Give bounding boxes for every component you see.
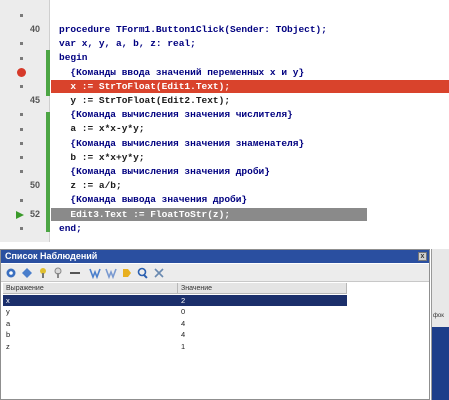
line-marker-dot [20, 170, 23, 174]
code-line[interactable]: procedure TForm1.Button1Click(Sender: TO… [51, 23, 449, 36]
execution-point-icon [16, 210, 24, 219]
watch-row[interactable]: y0 [3, 306, 347, 317]
code-line[interactable]: end; [51, 222, 449, 235]
watch-list-title: Список Наблюдений [1, 250, 429, 263]
code-line[interactable]: a := x*x-y*y; [51, 122, 449, 135]
enable-icon[interactable] [89, 267, 101, 279]
settings-icon[interactable] [5, 267, 17, 279]
code-line[interactable]: {Команда вычисления значения числителя} [51, 108, 449, 121]
background-window-edge: фок [431, 249, 449, 400]
line-number: 45 [29, 95, 40, 106]
watch-table[interactable]: Выражение Значение x2y0a4b4z1 [3, 283, 347, 397]
code-line[interactable]: b := x*x+y*y; [51, 151, 449, 164]
watch-value: 2 [181, 296, 186, 305]
modified-lines-bar [46, 50, 50, 96]
watch-icon[interactable] [37, 267, 49, 279]
gutter-line[interactable] [0, 108, 44, 120]
watch-row[interactable]: b4 [3, 329, 347, 340]
gutter-line[interactable] [0, 52, 44, 64]
modified-lines-bar [46, 112, 50, 232]
code-area[interactable]: procedure TForm1.Button1Click(Sender: TO… [51, 0, 449, 242]
close-icon[interactable]: x [418, 252, 427, 261]
column-header-expression[interactable]: Выражение [3, 283, 178, 294]
watch-value: 1 [181, 341, 186, 351]
watch-expression: x [6, 296, 10, 305]
line-number: 52 [29, 208, 40, 219]
gutter-line[interactable]: 45 [0, 94, 44, 106]
line-marker-dot [20, 198, 23, 202]
line-number: 40 [29, 24, 40, 35]
code-line[interactable]: y := StrToFloat(Edit2.Text); [51, 94, 449, 107]
line-marker-dot [20, 85, 23, 88]
editor-gutter[interactable]: 40 45 50 52 [0, 0, 50, 242]
watch-row[interactable]: a4 [3, 318, 347, 329]
watch-expression: z [6, 341, 10, 351]
search-icon[interactable] [137, 267, 149, 279]
gutter-line[interactable] [0, 9, 44, 21]
line-marker-dot [20, 56, 23, 60]
execution-code-line[interactable]: Edit3.Text := FloatToStr(z); [51, 207, 367, 221]
watch-value: 0 [181, 307, 186, 317]
delete-icon[interactable] [153, 267, 165, 279]
disable-icon[interactable] [69, 267, 81, 279]
add-icon[interactable] [21, 267, 33, 279]
watch-value: 4 [181, 318, 186, 328]
line-marker-dot [20, 42, 23, 46]
inspect-icon[interactable] [121, 267, 133, 279]
evaluate-icon[interactable] [105, 267, 117, 279]
watch-value: 4 [181, 330, 186, 340]
code-line[interactable]: z := a/b; [51, 179, 449, 192]
breakpoint-icon[interactable] [17, 67, 26, 77]
code-line[interactable]: begin [51, 51, 449, 64]
watch-row[interactable]: x2 [3, 295, 347, 306]
column-header-value[interactable]: Значение [178, 283, 347, 294]
gutter-line[interactable] [0, 165, 44, 177]
watch-table-header: Выражение Значение [3, 283, 347, 294]
gutter-line[interactable] [0, 66, 44, 78]
line-marker-dot [20, 141, 23, 145]
line-marker-dot [20, 127, 23, 131]
gutter-line[interactable] [0, 123, 44, 135]
gutter-line[interactable] [0, 194, 44, 206]
line-marker-dot [20, 156, 23, 159]
background-window-panel [432, 327, 449, 400]
watch-toolbar [1, 264, 429, 282]
gutter-line[interactable]: 50 [0, 179, 44, 191]
gutter-line[interactable]: 40 [0, 23, 44, 35]
gutter-line[interactable] [0, 37, 44, 49]
gutter-line[interactable] [0, 137, 44, 149]
code-line[interactable]: {Команды ввода значений переменных x и y… [51, 66, 449, 79]
watch-expression: b [6, 330, 11, 340]
line-marker-dot [20, 227, 23, 230]
code-editor[interactable]: 40 45 50 52 procedure TForm1.Button1Click(S… [0, 0, 449, 242]
breakpoint-code-line[interactable]: x := StrToFloat(Edit1.Text); [51, 79, 449, 93]
code-line[interactable]: {Команда вычисления значения знаменателя… [51, 137, 449, 150]
code-line[interactable]: {Команда вычисления значения дроби} [51, 165, 449, 178]
background-window-label: фок [433, 313, 444, 319]
watch-row[interactable]: z1 [3, 341, 347, 352]
watch-expression: y [6, 307, 10, 317]
watch-list-window[interactable]: Список Наблюдений x Выражение Значение x… [0, 249, 430, 400]
code-line[interactable]: {Команда вывода значения дроби} [51, 193, 449, 206]
line-marker-dot [20, 14, 23, 17]
line-marker-dot [20, 113, 23, 117]
gutter-line[interactable]: 52 [0, 208, 44, 220]
line-number: 50 [29, 180, 40, 191]
gutter-line[interactable] [0, 80, 44, 92]
gutter-line[interactable] [0, 222, 44, 234]
code-line[interactable]: var x, y, a, b, z: real; [51, 37, 449, 50]
remove-icon[interactable] [53, 267, 65, 279]
gutter-line[interactable] [0, 151, 44, 163]
watch-expression: a [6, 318, 11, 328]
